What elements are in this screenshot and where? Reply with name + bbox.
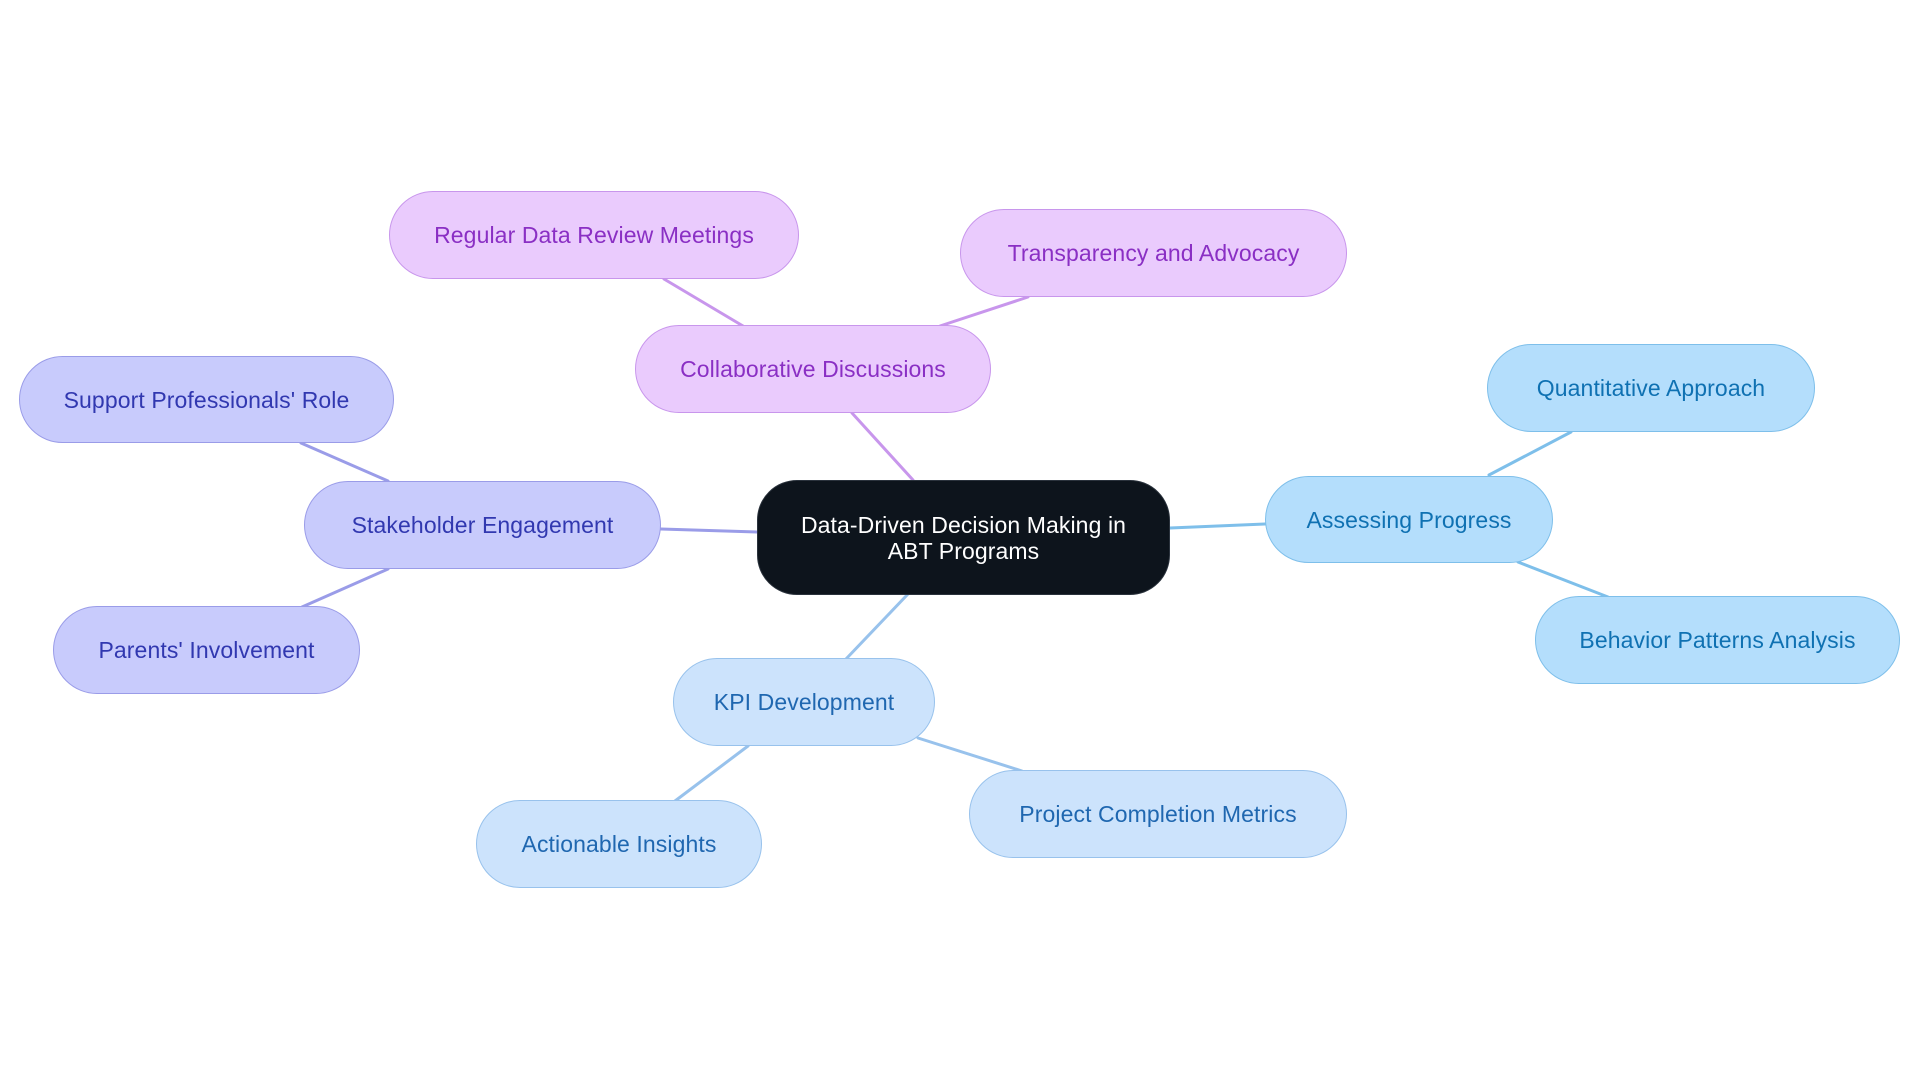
mind-map-canvas: Data-Driven Decision Making in ABT Progr…: [0, 0, 1920, 1083]
node-regular-data-review-meetings[interactable]: Regular Data Review Meetings: [389, 191, 799, 279]
node-label: Quantitative Approach: [1536, 375, 1766, 401]
edge-root-stakeholder-engagement: [659, 527, 759, 534]
edge-root-assessing-progress: [1168, 522, 1267, 530]
edge-kpi-development-actionable-insights: [673, 744, 750, 803]
node-kpi-development[interactable]: KPI Development: [673, 658, 935, 746]
node-label: Project Completion Metrics: [1019, 801, 1297, 827]
node-project-completion-metrics[interactable]: Project Completion Metrics: [969, 770, 1347, 858]
node-label: Behavior Patterns Analysis: [1579, 627, 1856, 653]
node-quantitative-approach[interactable]: Quantitative Approach: [1487, 344, 1815, 432]
node-assessing-progress[interactable]: Assessing Progress: [1265, 476, 1553, 563]
node-behavior-patterns-analysis[interactable]: Behavior Patterns Analysis: [1535, 596, 1900, 684]
node-stakeholder-engagement[interactable]: Stakeholder Engagement: [304, 481, 661, 569]
node-label: Regular Data Review Meetings: [434, 222, 754, 248]
node-label: Assessing Progress: [1306, 506, 1512, 533]
edge-root-kpi-development: [844, 592, 910, 661]
node-label: Collaborative Discussions: [680, 356, 946, 382]
edge-assessing-progress-behavior-patterns-analysis: [1516, 560, 1610, 599]
edge-collaborative-discussions-transparency-and-advocacy: [938, 295, 1030, 328]
node-label: Actionable Insights: [521, 831, 717, 857]
edge-root-collaborative-discussions: [850, 411, 915, 482]
node-label: Stakeholder Engagement: [351, 512, 614, 538]
edge-stakeholder-engagement-parents-involvement: [300, 567, 390, 609]
node-support-professionals-role[interactable]: Support Professionals' Role: [19, 356, 394, 443]
node-label: Transparency and Advocacy: [1007, 240, 1300, 266]
root-node-label: Data-Driven Decision Making in ABT Progr…: [800, 511, 1127, 564]
node-actionable-insights[interactable]: Actionable Insights: [476, 800, 762, 888]
node-label: KPI Development: [713, 689, 895, 715]
node-label: Support Professionals' Role: [63, 386, 350, 413]
node-parents-involvement[interactable]: Parents' Involvement: [53, 606, 360, 694]
node-transparency-and-advocacy[interactable]: Transparency and Advocacy: [960, 209, 1347, 297]
edge-assessing-progress-quantitative-approach: [1487, 430, 1573, 477]
edge-collaborative-discussions-regular-data-review-meetings: [662, 277, 745, 328]
root-node[interactable]: Data-Driven Decision Making in ABT Progr…: [757, 480, 1170, 595]
edge-kpi-development-project-completion-metrics: [916, 736, 1024, 773]
node-collaborative-discussions[interactable]: Collaborative Discussions: [635, 325, 991, 413]
node-label: Parents' Involvement: [98, 637, 315, 663]
edge-stakeholder-engagement-support-professionals-role: [299, 441, 390, 483]
